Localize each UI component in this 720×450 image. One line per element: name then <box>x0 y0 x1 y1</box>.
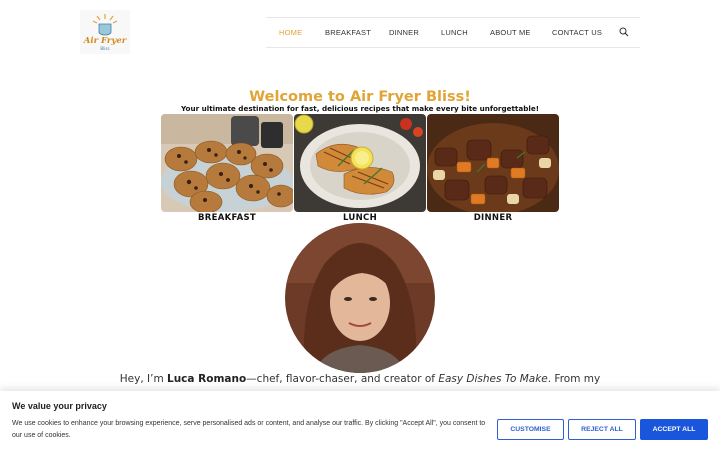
nav-dinner[interactable]: DINNER <box>389 18 419 47</box>
site-logo[interactable]: Air Fryer Bliss <box>80 10 130 54</box>
reject-all-button[interactable]: REJECT ALL <box>568 419 636 440</box>
intro-text: Hey, I’m Luca Romano—chef, flavor-chaser… <box>119 373 601 385</box>
cookie-banner: We value your privacy We use cookies to … <box>0 391 720 450</box>
accept-all-button[interactable]: ACCEPT ALL <box>640 419 708 440</box>
lunch-card-label[interactable]: LUNCH <box>294 213 426 223</box>
page-subtitle: Your ultimate destination for fast, deli… <box>181 104 539 113</box>
main-nav: HOME BREAKFAST DINNER LUNCH ABOUT ME CON… <box>266 17 640 48</box>
breakfast-card-image[interactable] <box>161 114 293 212</box>
dinner-card-label[interactable]: DINNER <box>427 213 559 223</box>
search-icon[interactable] <box>619 27 629 37</box>
page-title: Welcome to Air Fryer Bliss! <box>249 89 471 105</box>
logo-image: Air Fryer Bliss <box>80 10 130 54</box>
site-name: Easy Dishes To Make <box>438 373 548 385</box>
nav-lunch[interactable]: LUNCH <box>441 18 468 47</box>
author-name: Luca Romano <box>167 373 247 385</box>
nav-breakfast[interactable]: BREAKFAST <box>325 18 371 47</box>
author-portrait <box>285 223 435 373</box>
customise-button[interactable]: CUSTOMISE <box>497 419 564 440</box>
nav-about-me[interactable]: ABOUT ME <box>490 18 531 47</box>
svg-text:Bliss: Bliss <box>100 46 109 51</box>
nav-contact-us[interactable]: CONTACT US <box>552 18 602 47</box>
lunch-card-image[interactable] <box>294 114 426 212</box>
svg-text:Air Fryer: Air Fryer <box>83 36 127 46</box>
nav-home[interactable]: HOME <box>279 18 302 47</box>
dinner-card-image[interactable] <box>427 114 559 212</box>
cookie-text: We use cookies to enhance your browsing … <box>12 420 486 439</box>
breakfast-card-label[interactable]: BREAKFAST <box>161 213 293 223</box>
cookie-title: We value your privacy <box>12 401 107 411</box>
